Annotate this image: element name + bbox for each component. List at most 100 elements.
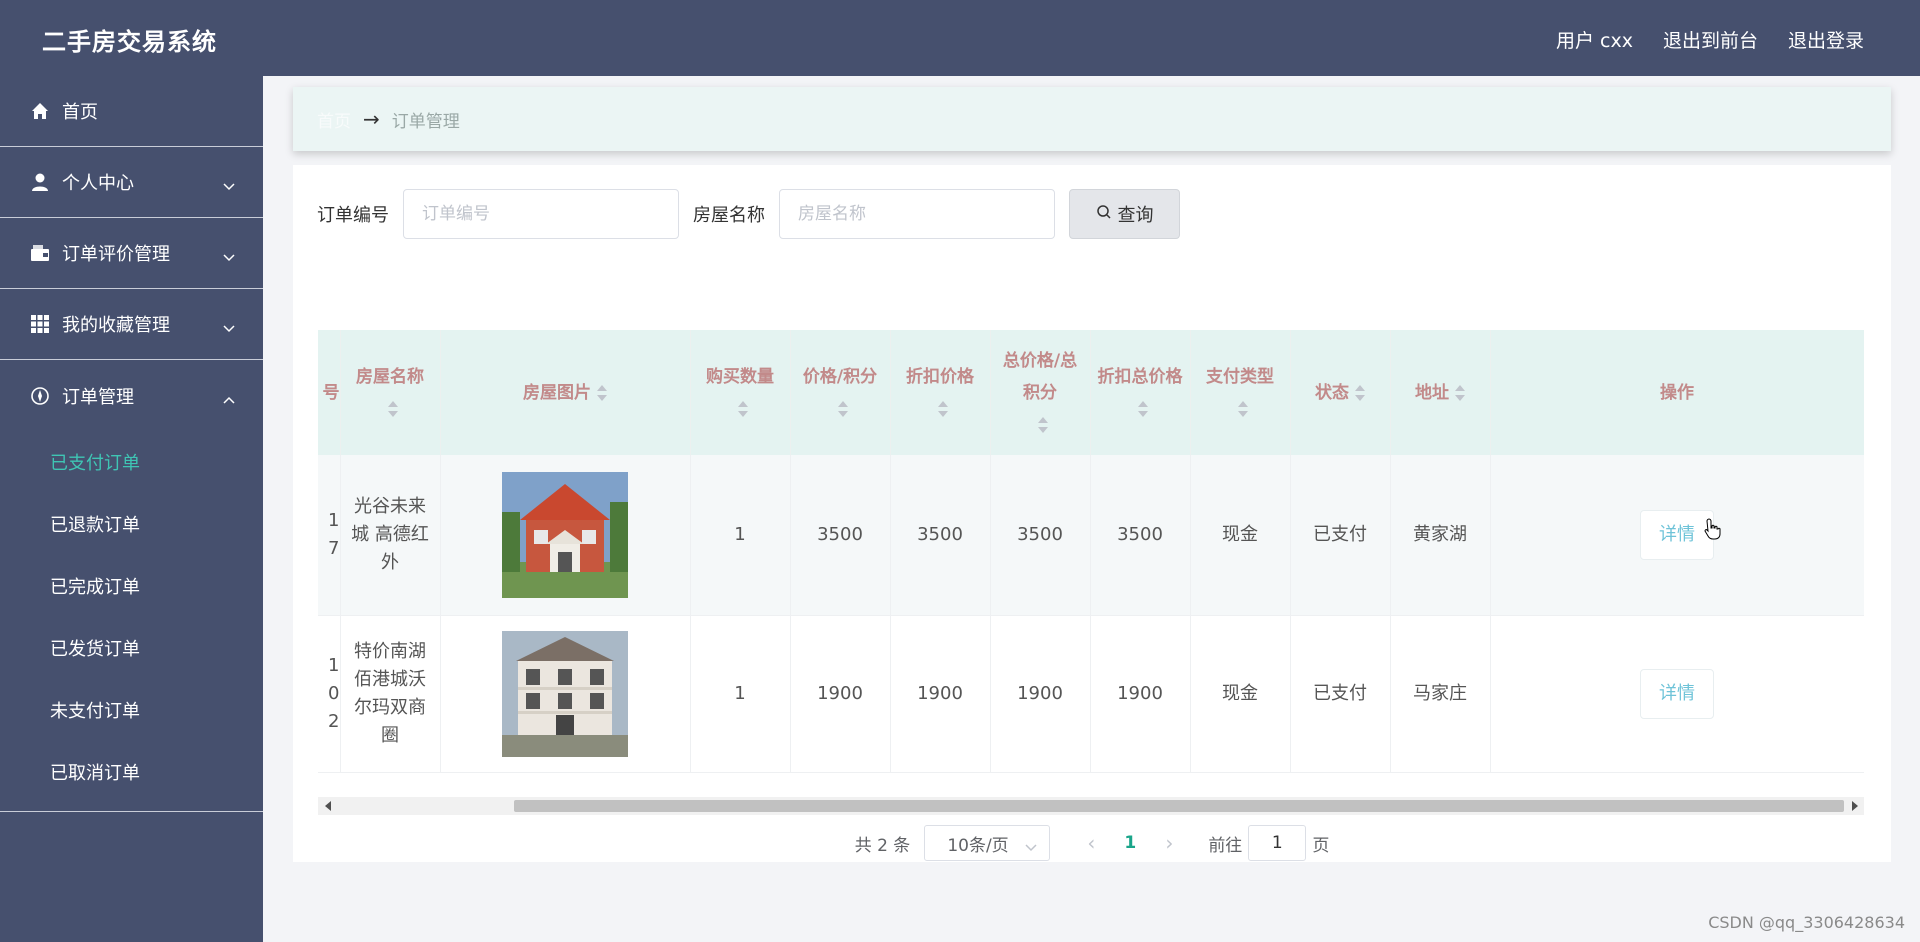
detail-button[interactable]: 详情 [1640, 509, 1714, 560]
sort-icon[interactable] [738, 400, 748, 417]
actions-cell: 详情 [1490, 615, 1864, 773]
order-no-cell: 1 0 2 [318, 615, 341, 773]
total-cell: 1900 [990, 615, 1091, 773]
col-quantity[interactable]: 购买数量 [690, 330, 791, 455]
goto-page: 前往 页 [1208, 825, 1329, 861]
status-cell: 已支付 [1290, 615, 1391, 773]
col-price[interactable]: 价格/积分 [790, 330, 891, 455]
actions-cell: 详情 [1490, 455, 1864, 616]
status-cell: 已支付 [1290, 455, 1391, 616]
col-house-image[interactable]: 房屋图片 [440, 330, 691, 455]
col-address[interactable]: 地址 [1390, 330, 1491, 455]
submenu-unpaid-orders[interactable]: 未支付订单 [0, 679, 263, 741]
house-image [502, 471, 628, 598]
house-name-cell: 光谷未来城 高德红外 [340, 455, 441, 616]
page-size-select[interactable]: 10条/页 [924, 825, 1051, 861]
submenu-shipped-orders[interactable]: 已发货订单 [0, 617, 263, 679]
breadcrumb: 首页 → 订单管理 [293, 87, 1891, 151]
submenu-cancelled-orders[interactable]: 已取消订单 [0, 741, 263, 803]
order-no-input[interactable] [403, 189, 679, 239]
sort-icon[interactable] [1138, 400, 1148, 417]
app-title: 二手房交易系统 [42, 28, 217, 56]
goto-page-input[interactable] [1248, 825, 1307, 861]
detail-button[interactable]: 详情 [1640, 668, 1714, 719]
sort-icon[interactable] [597, 384, 607, 401]
price-cell: 1900 [790, 615, 891, 773]
next-page-button[interactable]: › [1152, 831, 1186, 855]
sort-icon[interactable] [1238, 400, 1248, 417]
header-nav: 用户 cxx 退出到前台 退出登录 [1556, 26, 1864, 53]
scrollbar-thumb[interactable] [514, 800, 1844, 812]
quantity-cell: 1 [690, 615, 791, 773]
col-pay-type[interactable]: 支付类型 [1190, 330, 1291, 455]
submenu-paid-orders[interactable]: 已支付订单 [0, 431, 263, 493]
sidebar-item-order-management[interactable]: 订单管理 [0, 360, 263, 431]
pagination: 共 2 条 10条/页 ‹ 1 › 前往 页 [293, 825, 1891, 861]
submenu-completed-orders[interactable]: 已完成订单 [0, 555, 263, 617]
chevron-up-icon [223, 388, 235, 409]
house-image [502, 630, 628, 757]
house-image-cell [440, 455, 691, 616]
horizontal-scrollbar[interactable] [318, 797, 1864, 815]
compass-icon [30, 386, 50, 406]
quantity-cell: 1 [690, 455, 791, 616]
house-name-cell: 特价南湖佰港城沃尔玛双商圈 [340, 615, 441, 773]
chevron-down-icon [223, 246, 235, 267]
chevron-down-icon [223, 175, 235, 196]
house-name-input[interactable] [779, 189, 1055, 239]
pay-type-cell: 现金 [1190, 455, 1291, 616]
chevron-down-icon [223, 317, 235, 338]
col-status[interactable]: 状态 [1290, 330, 1391, 455]
search-button[interactable]: 查询 [1069, 189, 1180, 239]
house-name-label: 房屋名称 [693, 205, 765, 226]
sort-icon[interactable] [1355, 384, 1365, 401]
col-discount-total[interactable]: 折扣总价格 [1090, 330, 1191, 455]
sort-icon[interactable] [388, 400, 398, 417]
sidebar-item-order-review[interactable]: 订单评价管理 [0, 218, 263, 289]
sidebar: 首页 个人中心 订单评价管理 我的收藏管理 订单管理 已支付订单 已退款订单 已… [0, 76, 263, 942]
chevron-down-icon [1025, 837, 1037, 857]
col-discount-price[interactable]: 折扣价格 [890, 330, 991, 455]
col-house-name[interactable]: 房屋名称 [340, 330, 441, 455]
discount-total-cell: 3500 [1090, 455, 1191, 616]
arrow-right-icon: → [363, 107, 380, 131]
search-icon [1096, 204, 1112, 225]
prev-page-button[interactable]: ‹ [1074, 831, 1108, 855]
user-icon [30, 172, 50, 192]
breadcrumb-home-link[interactable]: 首页 [317, 107, 351, 132]
page-number-current[interactable]: 1 [1108, 833, 1152, 853]
sidebar-item-label: 订单管理 [62, 386, 134, 408]
col-total[interactable]: 总价格/总积分 [990, 330, 1091, 455]
sort-icon[interactable] [938, 400, 948, 417]
sort-icon[interactable] [838, 400, 848, 417]
scroll-right-icon[interactable] [1852, 801, 1858, 811]
sidebar-item-home[interactable]: 首页 [0, 76, 263, 147]
pay-type-cell: 现金 [1190, 615, 1291, 773]
scroll-left-icon[interactable] [325, 801, 331, 811]
content-panel: 订单编号 房屋名称 查询 号 房屋名称 房屋图片 [293, 165, 1891, 862]
wallet-icon [30, 243, 50, 263]
logout-link[interactable]: 退出登录 [1788, 26, 1864, 53]
sidebar-item-label: 个人中心 [62, 173, 134, 194]
pagination-total: 共 2 条 [854, 835, 911, 856]
search-button-label: 查询 [1117, 205, 1154, 226]
exit-to-frontend-link[interactable]: 退出到前台 [1663, 26, 1758, 53]
submenu-refunded-orders[interactable]: 已退款订单 [0, 493, 263, 555]
user-name-link[interactable]: 用户 cxx [1556, 26, 1633, 53]
order-no-label: 订单编号 [317, 205, 389, 226]
sort-icon[interactable] [1038, 416, 1048, 433]
total-cell: 3500 [990, 455, 1091, 616]
breadcrumb-current: 订单管理 [391, 111, 460, 132]
sidebar-item-personal-center[interactable]: 个人中心 [0, 147, 263, 218]
home-icon [30, 101, 50, 121]
sort-icon[interactable] [1455, 384, 1465, 401]
grid-icon [30, 314, 50, 334]
house-image-cell [440, 615, 691, 773]
sidebar-item-label: 订单评价管理 [62, 244, 170, 265]
sidebar-item-favorites[interactable]: 我的收藏管理 [0, 289, 263, 360]
sidebar-item-label: 首页 [62, 102, 98, 123]
col-order-no[interactable]: 号 [318, 330, 341, 455]
main-content: 首页 → 订单管理 订单编号 房屋名称 查询 [263, 76, 1920, 942]
sidebar-item-label: 我的收藏管理 [62, 315, 170, 336]
discount-price-cell: 1900 [890, 615, 991, 773]
